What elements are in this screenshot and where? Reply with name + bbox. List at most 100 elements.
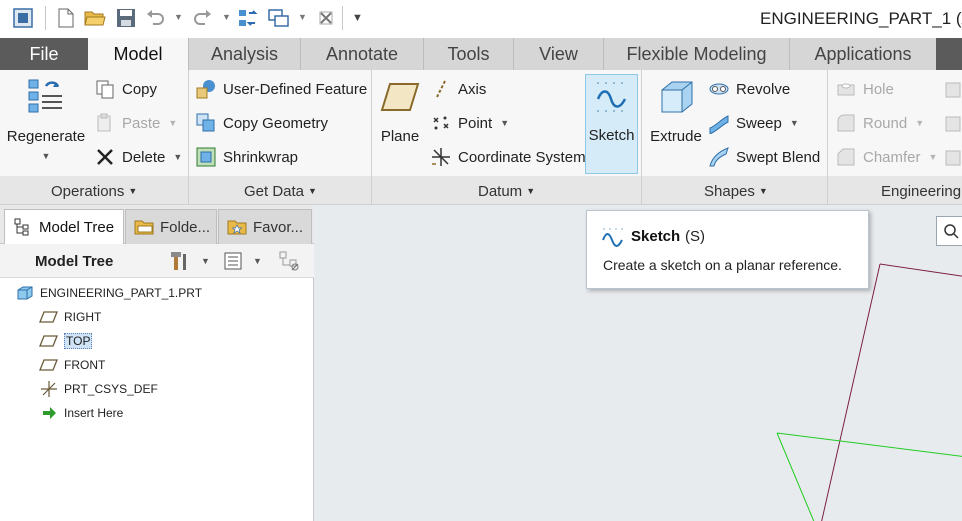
new-file-icon[interactable] [55, 7, 77, 29]
tree-node-right[interactable]: RIGHT [38, 306, 101, 328]
title-bar: ▼ ▼ ▼ ▼ ENGINEERING_PART_1 (Act [0, 0, 962, 38]
regenerate-button[interactable]: Regenerate ▼ [6, 76, 86, 161]
regenerate-dropdown-arrow[interactable]: ▼ [42, 151, 51, 161]
tab-folder-browser-label: Folde... [160, 218, 211, 236]
graphics-search-button[interactable] [936, 216, 962, 246]
point-label: Point [458, 114, 493, 132]
round-dropdown-arrow[interactable]: ▼ [915, 118, 924, 128]
redo-icon[interactable] [192, 7, 214, 29]
undo-dropdown-arrow[interactable]: ▼ [174, 12, 183, 22]
tree-node-label: Insert Here [64, 406, 124, 420]
tab-flexible-modeling[interactable]: Flexible Modeling [603, 38, 789, 70]
paste-dropdown-arrow[interactable]: ▼ [168, 118, 177, 128]
user-defined-feature-button[interactable]: User-Defined Feature [195, 76, 367, 102]
windows-dropdown-arrow[interactable]: ▼ [298, 12, 307, 22]
save-icon[interactable] [115, 7, 137, 29]
hole-label: Hole [863, 80, 894, 98]
tab-model-tree[interactable]: Model Tree [4, 209, 124, 244]
swept-blend-button[interactable]: Swept Blend [708, 144, 820, 170]
model-tree-icon [13, 217, 33, 237]
toolbar-separator [342, 6, 343, 30]
datum-plane-icon [38, 356, 60, 374]
shrinkwrap-button[interactable]: Shrinkwrap [195, 144, 298, 170]
search-icon [944, 224, 959, 239]
chamfer-icon [835, 146, 857, 168]
navigator-tabs: Model Tree Folde... Favor... [0, 206, 314, 244]
tooltip-shortcut: (S) [685, 228, 705, 245]
sweep-button[interactable]: Sweep ▼ [708, 110, 799, 136]
round-button[interactable]: Round ▼ [835, 110, 924, 136]
revolve-icon [708, 78, 730, 100]
tab-model[interactable]: Model [88, 38, 188, 70]
tree-node-csys[interactable]: PRT_CSYS_DEF [38, 378, 158, 400]
datum-plane-top-edge [776, 432, 962, 521]
delete-button[interactable]: Delete ▼ [94, 144, 182, 170]
tree-settings-dropdown-arrow[interactable]: ▼ [201, 256, 210, 266]
tree-filter-icon[interactable] [278, 250, 300, 272]
tab-folder-browser[interactable]: Folde... [125, 209, 217, 244]
coordinate-system-icon [430, 146, 452, 168]
datum-plane-icon [38, 308, 60, 326]
group-get-data[interactable]: Get Data ▼ [244, 183, 317, 200]
revolve-label: Revolve [736, 80, 791, 98]
copy-button[interactable]: Copy [94, 76, 157, 102]
tree-node-front[interactable]: FRONT [38, 354, 105, 376]
window-title: ENGINEERING_PART_1 (Act [760, 9, 962, 28]
sweep-dropdown-arrow[interactable]: ▼ [790, 118, 799, 128]
coordinate-system-label: Coordinate System [458, 148, 586, 166]
tab-tools[interactable]: Tools [423, 38, 513, 70]
close-window-icon[interactable] [315, 7, 337, 29]
csys-icon [38, 380, 60, 398]
sketch-label: Sketch [588, 127, 635, 144]
ribbon-tab-bar: File Model Analysis Annotate Tools View … [0, 38, 962, 70]
plane-button[interactable]: Plane [378, 76, 422, 145]
draft-icon [942, 78, 962, 100]
customize-toolbar-icon[interactable]: ▼ [352, 12, 363, 24]
tree-node-top[interactable]: TOP [38, 330, 93, 352]
app-window-icon[interactable] [12, 7, 34, 29]
tree-node-part[interactable]: ENGINEERING_PART_1.PRT [14, 282, 202, 304]
hole-button[interactable]: Hole [835, 76, 894, 102]
tree-settings-hammer-icon[interactable] [168, 250, 190, 272]
tab-applications[interactable]: Applications [789, 38, 936, 70]
toolbar-separator [45, 6, 46, 30]
group-datum[interactable]: Datum ▼ [478, 183, 535, 200]
tab-favorites-label: Favor... [253, 218, 304, 236]
tree-columns-dropdown-arrow[interactable]: ▼ [253, 256, 262, 266]
folder-icon [134, 217, 154, 237]
windows-icon[interactable] [268, 7, 290, 29]
sketch-button[interactable]: Sketch [585, 74, 638, 174]
chamfer-dropdown-arrow[interactable]: ▼ [929, 152, 938, 162]
favorites-icon [227, 217, 247, 237]
tree-node-insert-here[interactable]: Insert Here [38, 402, 123, 424]
point-dropdown-arrow[interactable]: ▼ [500, 118, 509, 128]
tab-file[interactable]: File [0, 38, 88, 70]
axis-button[interactable]: Axis [430, 76, 486, 102]
tab-view[interactable]: View [513, 38, 603, 70]
copy-geometry-button[interactable]: Copy Geometry [195, 110, 328, 136]
rib-button-partial[interactable] [942, 144, 962, 170]
tab-favorites[interactable]: Favor... [218, 209, 312, 244]
chamfer-button[interactable]: Chamfer ▼ [835, 144, 937, 170]
draft-button-partial[interactable] [942, 76, 962, 102]
coordinate-system-button[interactable]: Coordinate System [430, 144, 586, 170]
tab-analysis[interactable]: Analysis [188, 38, 300, 70]
shell-button-partial[interactable] [942, 110, 962, 136]
redo-dropdown-arrow[interactable]: ▼ [222, 12, 231, 22]
delete-dropdown-arrow[interactable]: ▼ [173, 152, 182, 162]
group-operations[interactable]: Operations ▼ [51, 183, 137, 200]
group-engineering[interactable]: Engineering [881, 183, 961, 200]
shrinkwrap-label: Shrinkwrap [223, 148, 299, 166]
sketch-icon [602, 228, 623, 247]
model-tree-title: Model Tree [35, 253, 114, 270]
regenerate-quick-icon[interactable] [237, 7, 259, 29]
paste-button[interactable]: Paste ▼ [94, 110, 177, 136]
tab-annotate[interactable]: Annotate [300, 38, 423, 70]
point-button[interactable]: Point ▼ [430, 110, 509, 136]
open-folder-icon[interactable] [84, 7, 106, 29]
extrude-button[interactable]: Extrude [648, 76, 704, 145]
revolve-button[interactable]: Revolve [708, 76, 790, 102]
tree-columns-icon[interactable] [222, 250, 244, 272]
undo-icon[interactable] [144, 7, 166, 29]
group-shapes[interactable]: Shapes ▼ [704, 183, 768, 200]
